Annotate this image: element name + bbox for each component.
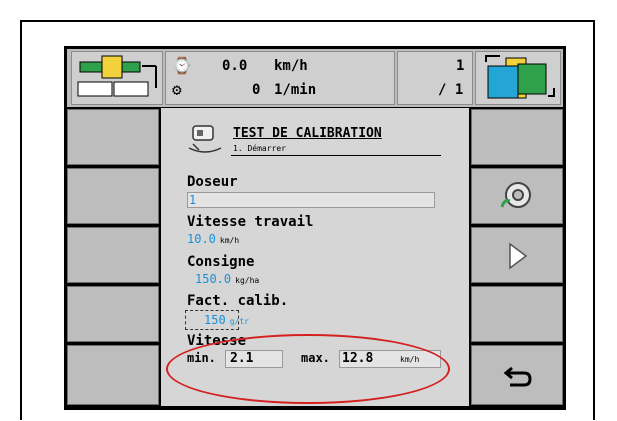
machine-status-cell bbox=[71, 51, 163, 105]
speed-unit: km/h bbox=[274, 58, 308, 74]
calibration-icon bbox=[188, 125, 222, 153]
section-counter-cell: 1 / 1 bbox=[397, 51, 473, 105]
machine-view-cell[interactable] bbox=[475, 51, 561, 105]
section-map-icon bbox=[485, 55, 555, 99]
counter-top: 1 bbox=[456, 58, 465, 74]
right-softkey-1[interactable] bbox=[471, 109, 563, 165]
speedometer-icon: ⌚ bbox=[172, 56, 192, 75]
machine-layout-icon bbox=[77, 55, 157, 97]
calibration-factor-value: 150 g/tr bbox=[204, 313, 249, 327]
speed-value: 0.0 bbox=[222, 58, 248, 74]
back-button[interactable] bbox=[471, 345, 563, 405]
calibration-factor-label: Fact. calib. bbox=[187, 293, 289, 309]
left-softkey-1[interactable] bbox=[67, 109, 159, 165]
doseur-field[interactable]: 1 bbox=[187, 192, 435, 208]
dialog-title: TEST DE CALIBRATION bbox=[233, 126, 382, 141]
calibration-factor-field[interactable]: 150 g/tr bbox=[185, 310, 249, 330]
target-rate-unit: kg/ha bbox=[235, 276, 260, 285]
calibration-factor-unit: g/tr bbox=[229, 317, 249, 326]
next-button[interactable] bbox=[471, 227, 563, 283]
title-divider bbox=[231, 155, 441, 156]
dialog-subtitle: 1. Démarrer bbox=[233, 144, 286, 153]
rpm-gauge-icon: ⚙ bbox=[172, 80, 182, 99]
left-softkey-4[interactable] bbox=[67, 286, 159, 342]
left-softkey-5[interactable] bbox=[67, 345, 159, 405]
doseur-value: 1 bbox=[189, 193, 197, 207]
working-speed-unit: km/h bbox=[219, 236, 240, 245]
rpm-unit: 1/min bbox=[274, 82, 317, 98]
left-softkey-2[interactable] bbox=[67, 168, 159, 224]
working-speed-field[interactable]: 10.0 km/h bbox=[187, 232, 239, 246]
working-speed-value: 10.0 bbox=[187, 232, 216, 246]
right-softkey-4[interactable] bbox=[471, 286, 563, 342]
return-icon bbox=[503, 366, 532, 387]
highlight-ellipse bbox=[166, 334, 450, 404]
speed-rpm-cell: ⌚ ⚙ 0.0 km/h 0 1/min bbox=[165, 51, 395, 105]
settings-wheel-button[interactable] bbox=[471, 168, 563, 224]
target-rate-field[interactable]: 150.0 kg/ha bbox=[195, 272, 259, 286]
status-header: ⌚ ⚙ 0.0 km/h 0 1/min 1 / 1 bbox=[67, 49, 563, 107]
doseur-label: Doseur bbox=[187, 174, 238, 190]
rpm-value: 0 bbox=[252, 82, 261, 98]
play-next-icon bbox=[509, 242, 528, 270]
target-rate-value: 150.0 bbox=[195, 272, 232, 286]
counter-bottom: / 1 bbox=[438, 82, 464, 98]
target-rate-label: Consigne bbox=[187, 254, 255, 270]
working-speed-label: Vitesse travail bbox=[187, 214, 314, 230]
gear-wheel-icon bbox=[500, 182, 531, 208]
left-softkey-3[interactable] bbox=[67, 227, 159, 283]
